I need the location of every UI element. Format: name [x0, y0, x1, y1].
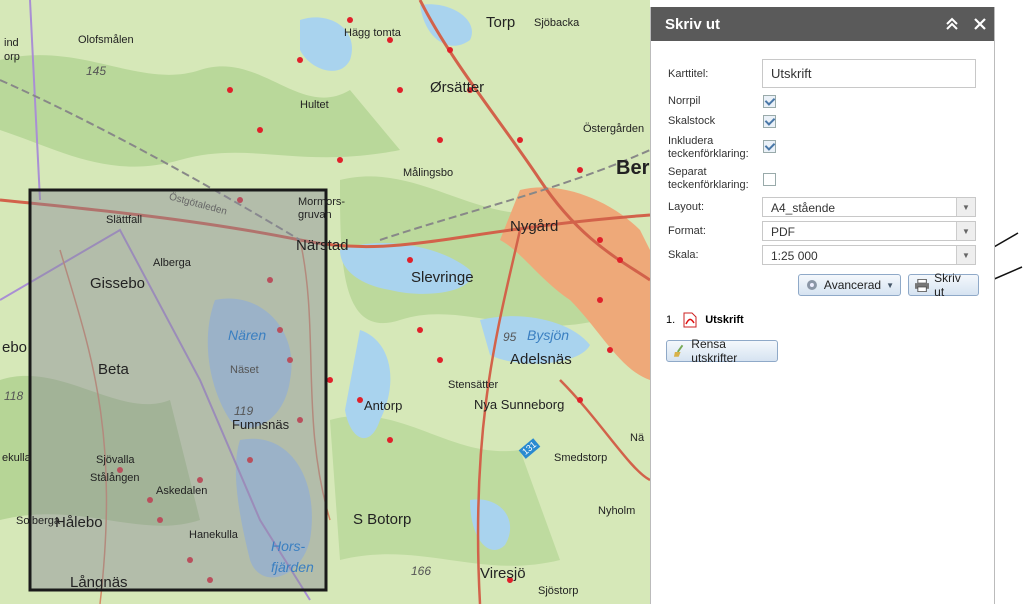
chevron-down-icon: ▼ — [886, 280, 894, 290]
map-place-label: Målingsbo — [403, 167, 454, 179]
map-elevation-label: 145 — [86, 64, 107, 78]
map-place-label: Nygård — [510, 218, 559, 235]
map-place-label: Hultet — [300, 99, 329, 111]
map-place-label: Viresjö — [480, 565, 526, 582]
map-place-label: Nä — [630, 432, 645, 444]
chevron-down-icon: ▼ — [956, 198, 975, 216]
map-place-label: Slevringe — [411, 269, 474, 286]
skalstock-label: Skalstock — [668, 115, 716, 127]
map-place-label: Alberga — [153, 257, 191, 269]
gear-icon — [806, 280, 817, 290]
map-place-label: Mormors- — [298, 196, 346, 208]
skalstock-checkbox[interactable] — [763, 115, 776, 128]
format-value: PDF — [771, 225, 795, 239]
print-label: Skriv ut — [934, 271, 961, 299]
print-result-item[interactable]: 1. Utskrift — [666, 312, 744, 328]
layout-label: Layout: — [668, 201, 705, 213]
map-place-label: Närstad — [296, 237, 349, 254]
advanced-button[interactable]: Avancerad ▼ — [798, 274, 901, 296]
panel-title: Skriv ut — [665, 15, 721, 33]
map-place-label: S Botorp — [353, 511, 412, 528]
map-place-label: Olofsmålen — [78, 34, 134, 46]
inkludera-legend-checkbox[interactable] — [763, 140, 776, 153]
karttitel-label: Karttitel: — [668, 68, 709, 80]
skala-value: 1:25 000 — [771, 249, 818, 263]
print-panel: Skriv ut — [650, 7, 995, 604]
format-label: Format: — [668, 225, 706, 237]
map-place-label: Hanekulla — [189, 529, 238, 541]
map-place-label: Nya Sunneborg — [474, 397, 565, 412]
map-water-label: fjärden — [271, 559, 314, 575]
map-place-label: Hålebo — [55, 514, 103, 531]
map-place-label: Stensätter — [448, 379, 499, 391]
map-place-label: Hägg tomta — [344, 27, 401, 39]
map-water-label: Bysjön — [527, 327, 570, 343]
map-place-label: Stålången — [90, 472, 140, 484]
map-place-label: Antorp — [364, 398, 403, 413]
map-place-label: gruvan — [298, 209, 332, 221]
map-place-label: Askedalen — [156, 485, 208, 497]
map-place-label: Ørsätter — [430, 79, 485, 96]
map-place-label: Sjöstorp — [538, 585, 579, 597]
close-icon[interactable] — [966, 7, 994, 41]
print-button[interactable]: Skriv ut — [908, 271, 979, 299]
pdf-icon — [683, 312, 697, 328]
inkludera-label: Inkludera — [668, 135, 714, 147]
skala-select[interactable]: 1:25 000 ▼ — [762, 245, 976, 265]
norrpil-checkbox[interactable] — [763, 95, 776, 108]
format-select[interactable]: PDF ▼ — [762, 221, 976, 241]
map-place-label: ebo — [2, 339, 28, 356]
advanced-label: Avancerad — [823, 278, 882, 292]
map-place-label: Sjöbacka — [534, 17, 580, 29]
layout-select[interactable]: A4_stående ▼ — [762, 197, 976, 217]
chevron-down-icon: ▼ — [956, 246, 975, 264]
map-place-label: ekulla — [2, 452, 31, 464]
norrpil-label: Norrpil — [668, 95, 701, 107]
double-chevron-up-icon[interactable] — [938, 7, 966, 41]
panel-header: Skriv ut — [651, 7, 994, 41]
map-water-label: Hors- — [271, 538, 306, 554]
layout-value: A4_stående — [771, 201, 836, 215]
separat-label: Separat — [668, 166, 707, 178]
map-place-label: Beta — [98, 361, 129, 378]
map-elevation-label: 166 — [411, 564, 432, 578]
chevron-down-icon: ▼ — [956, 222, 975, 240]
broom-icon — [673, 344, 684, 357]
map-place-label: Adelsnäs — [510, 351, 572, 368]
separat-label-2: teckenförklaring: — [668, 179, 749, 191]
skala-label: Skala: — [668, 249, 699, 261]
map-place-label: Ber — [616, 157, 650, 179]
result-index: 1. — [666, 314, 676, 326]
map-place-label: Gissebo — [90, 275, 146, 292]
map-place-label: Funnsnäs — [232, 417, 290, 432]
map-place-label: Nyholm — [598, 505, 636, 517]
map-elevation-label: 95 — [503, 330, 517, 344]
map-place-label: Långnäs — [70, 574, 128, 591]
result-name[interactable]: Utskrift — [705, 314, 744, 326]
printer-icon — [915, 278, 930, 292]
map-water-label: Nären — [228, 327, 267, 343]
map-place-label: Torp — [486, 14, 516, 31]
map-place-label: Sjövalla — [96, 454, 135, 466]
map-elevation-label: 119 — [234, 404, 254, 418]
map-view[interactable]: Olofsmålen Hägg tomta Torp Sjöbacka Ørsä… — [0, 0, 650, 604]
clear-label: Rensa utskrifter — [691, 337, 738, 365]
clear-prints-button[interactable]: Rensa utskrifter — [666, 337, 778, 365]
map-place-label: Solberga — [16, 515, 61, 527]
map-place-label: Slättfall — [106, 214, 143, 226]
map-elevation-label: 118 — [4, 389, 24, 403]
map-place-label: Smedstorp — [554, 452, 608, 464]
map-place-label: Östergården — [583, 123, 645, 135]
map-place-label: Näset — [230, 364, 259, 376]
map-place-label: orp — [4, 51, 20, 63]
separat-legend-checkbox[interactable] — [763, 173, 776, 186]
inkludera-label-2: teckenförklaring: — [668, 148, 749, 160]
map-place-label: ind — [4, 37, 19, 49]
karttitel-input[interactable] — [762, 59, 976, 88]
